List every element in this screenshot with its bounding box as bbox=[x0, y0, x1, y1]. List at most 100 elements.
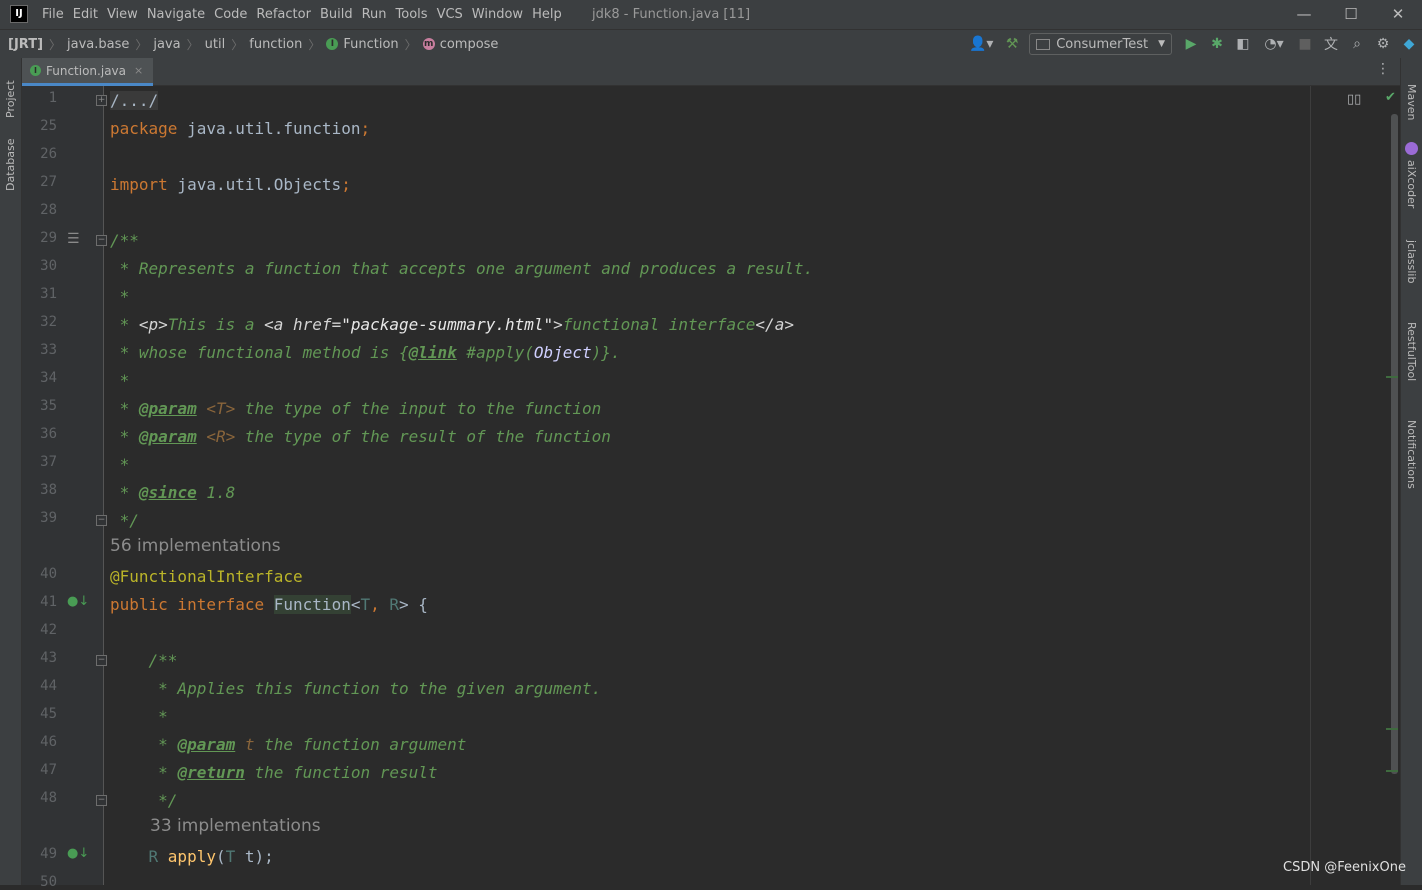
line-number: 46 bbox=[40, 734, 57, 750]
menu-edit[interactable]: Edit bbox=[69, 7, 102, 22]
restfultool-tool-tab[interactable]: RestfulTool bbox=[1405, 322, 1418, 381]
line-number: 41 bbox=[40, 594, 57, 610]
search-icon[interactable]: ⌕ bbox=[1345, 32, 1369, 56]
method-icon: m bbox=[422, 38, 435, 50]
aixcoder-icon bbox=[1405, 142, 1418, 155]
code-line: * @param t the function argument bbox=[110, 734, 466, 756]
menu-window[interactable]: Window bbox=[468, 7, 527, 22]
database-tool-tab[interactable]: Database bbox=[4, 139, 17, 192]
change-marker bbox=[1386, 376, 1398, 378]
implementations-inlay-hint[interactable]: 56 implementations bbox=[110, 536, 281, 556]
breadcrumb: [JRT] 〉 java.base 〉 java 〉 util 〉 functi… bbox=[8, 30, 498, 58]
doc-param-name: t bbox=[235, 735, 255, 754]
type-parameter: T bbox=[360, 595, 371, 614]
menu-build[interactable]: Build bbox=[316, 7, 357, 22]
aixcoder-tool-tab[interactable]: aiXcoder bbox=[1405, 160, 1418, 208]
keyword: package bbox=[110, 119, 178, 138]
implemented-down-arrow-icon[interactable]: ●↓ bbox=[67, 846, 89, 861]
code-line: */ bbox=[110, 511, 139, 530]
close-window-button[interactable]: ✕ bbox=[1375, 0, 1421, 29]
breadcrumb-util[interactable]: util bbox=[205, 37, 226, 52]
implementations-inlay-hint[interactable]: 33 implementations bbox=[150, 816, 321, 836]
doc-text: the function result bbox=[244, 763, 438, 782]
menu-view[interactable]: View bbox=[103, 7, 142, 22]
line-number: 36 bbox=[40, 426, 57, 442]
doc-text: * bbox=[110, 427, 139, 446]
code-line: /.../ bbox=[110, 90, 159, 112]
reader-mode-book-icon[interactable]: ▯▯ bbox=[1347, 92, 1361, 107]
plugin-logo-icon[interactable]: ◆ bbox=[1397, 32, 1421, 56]
code-editor[interactable]: /.../ package java.util.function; import… bbox=[104, 86, 1310, 885]
inspection-ok-check-icon[interactable]: ✔ bbox=[1385, 90, 1396, 105]
breadcrumb-compose[interactable]: m compose bbox=[422, 37, 498, 52]
project-tool-tab[interactable]: Project bbox=[4, 80, 17, 118]
doc-text: * bbox=[110, 399, 139, 418]
menu-refactor[interactable]: Refactor bbox=[252, 7, 315, 22]
implemented-down-arrow-icon[interactable]: ●↓ bbox=[67, 594, 89, 609]
doc-text: the type of the input to the function bbox=[235, 399, 602, 418]
more-vertical-icon[interactable]: ⋮ bbox=[1376, 61, 1390, 77]
run-config-label: ConsumerTest bbox=[1056, 36, 1149, 52]
tab-function-java[interactable]: I Function.java × bbox=[22, 58, 154, 86]
tab-label: Function.java bbox=[46, 63, 126, 78]
line-number: 47 bbox=[40, 762, 57, 778]
minimize-button[interactable]: — bbox=[1281, 0, 1327, 29]
menu-vcs[interactable]: VCS bbox=[433, 7, 467, 22]
notifications-tool-tab[interactable]: Notifications bbox=[1405, 420, 1418, 489]
coverage-icon[interactable]: ◧ bbox=[1231, 32, 1255, 56]
profile-run-icon[interactable]: ◔▾ bbox=[1257, 32, 1291, 56]
vertical-scrollbar[interactable] bbox=[1391, 114, 1398, 774]
semicolon: ; bbox=[341, 175, 351, 194]
breadcrumb-function-package[interactable]: function bbox=[249, 37, 302, 52]
menu-help[interactable]: Help bbox=[528, 7, 566, 22]
jclasslib-tool-tab[interactable]: jclasslib bbox=[1405, 240, 1418, 283]
code-line: import java.util.Objects; bbox=[110, 174, 351, 196]
menu-run[interactable]: Run bbox=[358, 7, 391, 22]
close-tab-icon[interactable]: × bbox=[134, 64, 143, 77]
import-name: java.util.Objects bbox=[167, 175, 342, 194]
package-name: java.util.function bbox=[177, 119, 361, 138]
doc-param-name: <T> bbox=[196, 399, 236, 418]
gear-icon[interactable]: ⚙ bbox=[1371, 32, 1395, 56]
breadcrumb-function-interface[interactable]: I Function bbox=[326, 37, 399, 52]
breadcrumb-jrt[interactable]: [JRT] bbox=[8, 37, 43, 52]
translate-icon[interactable]: 文 bbox=[1319, 32, 1343, 56]
code-line: * Applies this function to the given arg… bbox=[110, 679, 602, 698]
render-doc-icon[interactable]: ☰ bbox=[67, 231, 80, 247]
doc-tag: @param bbox=[138, 399, 197, 418]
breadcrumb-label: [JRT] bbox=[8, 36, 44, 52]
change-marker bbox=[1386, 728, 1398, 730]
line-number: 43 bbox=[40, 650, 57, 666]
doc-tag: @link bbox=[408, 343, 457, 362]
maximize-button[interactable]: ☐ bbox=[1328, 0, 1374, 29]
doc-tag: @return bbox=[177, 763, 245, 782]
build-hammer-icon[interactable]: ⚒ bbox=[1000, 32, 1024, 56]
debug-bug-icon[interactable]: ✱ bbox=[1205, 32, 1229, 56]
menu-tools[interactable]: Tools bbox=[392, 7, 432, 22]
editor-tab-bar: I Function.java × ⋮ bbox=[22, 58, 1400, 86]
user-profile-icon[interactable]: 👤▾ bbox=[964, 32, 998, 56]
run-icon[interactable]: ▶ bbox=[1179, 32, 1203, 56]
line-number: 30 bbox=[40, 258, 57, 274]
doc-markup: > bbox=[553, 315, 563, 334]
menu-code[interactable]: Code bbox=[210, 7, 251, 22]
code-line: /** bbox=[110, 651, 178, 670]
doc-text: #apply( bbox=[456, 343, 534, 362]
line-number: 50 bbox=[40, 874, 57, 890]
doc-text: * bbox=[110, 763, 178, 782]
code-line: R apply(T t); bbox=[110, 846, 274, 868]
maven-tool-tab[interactable]: Maven bbox=[1405, 84, 1418, 120]
line-number: 25 bbox=[40, 118, 57, 134]
stop-icon[interactable]: ■ bbox=[1293, 32, 1317, 56]
menu-file[interactable]: File bbox=[38, 7, 68, 22]
menu-navigate[interactable]: Navigate bbox=[143, 7, 209, 22]
line-number: 38 bbox=[40, 482, 57, 498]
folded-region[interactable]: /.../ bbox=[110, 91, 159, 110]
breadcrumb-java-base[interactable]: java.base bbox=[67, 37, 129, 52]
line-number: 32 bbox=[40, 314, 57, 330]
breadcrumb-java[interactable]: java bbox=[153, 37, 180, 52]
chevron-right-icon: 〉 bbox=[49, 37, 62, 52]
chevron-right-icon: 〉 bbox=[404, 37, 417, 52]
run-configuration-select[interactable]: ConsumerTest ▼ bbox=[1029, 33, 1172, 55]
code-line: public interface Function<T, R> { bbox=[110, 594, 428, 616]
